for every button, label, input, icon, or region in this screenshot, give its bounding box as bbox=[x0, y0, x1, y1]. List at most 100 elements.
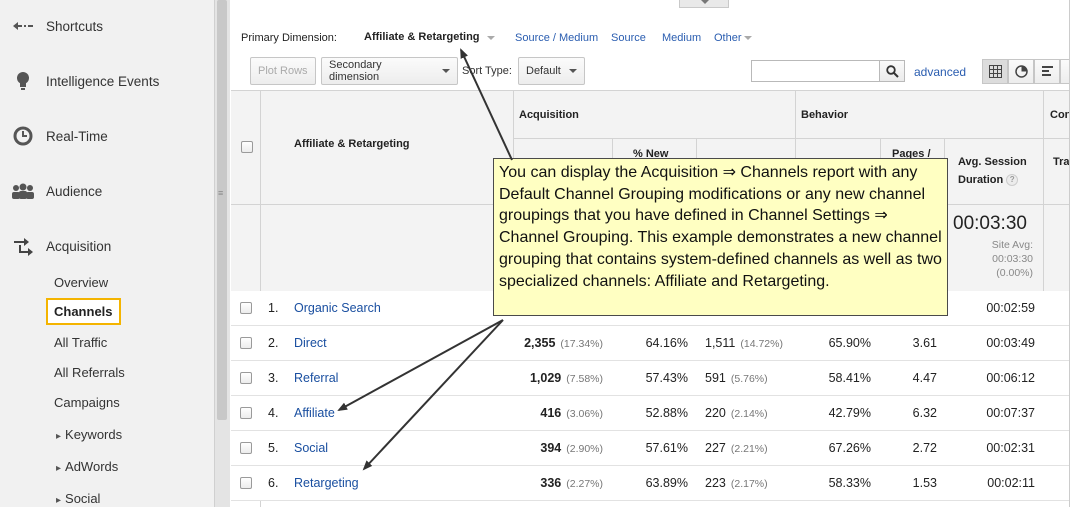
new-users-value: 591 bbox=[705, 371, 726, 385]
search-button[interactable] bbox=[879, 60, 905, 82]
avg-duration-value: 00:03:49 bbox=[986, 336, 1035, 350]
new-users-pct: (14.72%) bbox=[740, 338, 783, 350]
table-row: 6. Retargeting 336 (2.27%) 63.89% 223 (2.17%) 5… bbox=[231, 466, 1069, 501]
performance-view-button[interactable] bbox=[1034, 59, 1060, 84]
sub-all-referrals[interactable]: All Referrals bbox=[54, 365, 125, 380]
dimension-medium[interactable]: Medium bbox=[662, 32, 701, 44]
chevron-down-icon bbox=[442, 69, 450, 77]
new-users-pct: (2.21%) bbox=[730, 443, 768, 455]
splitter-handle-icon[interactable]: ≡ bbox=[218, 188, 223, 198]
nav-audience[interactable]: Audience bbox=[0, 177, 214, 205]
row-index: 2. bbox=[268, 336, 279, 350]
table-search-input[interactable] bbox=[751, 60, 881, 82]
row-checkbox[interactable] bbox=[240, 302, 252, 314]
transactions-column-header[interactable]: Tra bbox=[1053, 156, 1069, 168]
table-row: 5. Social 394 (2.90%) 57.61% 227 (2.21%) 67.26%… bbox=[231, 431, 1069, 466]
comparison-view-button[interactable] bbox=[1060, 59, 1069, 84]
sub-social[interactable]: Social bbox=[56, 491, 100, 506]
sessions-pct: (17.34%) bbox=[560, 338, 603, 350]
table-view-button[interactable] bbox=[982, 59, 1008, 84]
acquisition-arrows-icon bbox=[0, 236, 46, 256]
sessions-pct: (3.06%) bbox=[566, 408, 603, 420]
new-sessions-value: 57.43% bbox=[645, 371, 688, 385]
new-users-value: 223 bbox=[705, 476, 726, 490]
sidebar-scroll-thumb[interactable] bbox=[217, 0, 227, 420]
sub-all-traffic[interactable]: All Traffic bbox=[54, 335, 107, 350]
new-sessions-value: 64.16% bbox=[645, 336, 688, 350]
plot-rows-button[interactable]: Plot Rows bbox=[250, 57, 316, 85]
conversions-group-header: Con bbox=[1050, 109, 1070, 121]
total-avg-session-duration: 00:03:30 bbox=[953, 213, 1027, 234]
new-users-value: 220 bbox=[705, 406, 726, 420]
sidebar: Shortcuts Intelligence Events Real-Time … bbox=[0, 0, 230, 507]
help-icon[interactable]: ? bbox=[1006, 174, 1019, 187]
pages-per-session-value: 1.53 bbox=[912, 476, 937, 490]
pages-per-session-value: 3.61 bbox=[912, 336, 937, 350]
sessions-pct: (7.58%) bbox=[566, 373, 603, 385]
nav-real-time-label: Real-Time bbox=[46, 128, 108, 144]
row-checkbox[interactable] bbox=[240, 442, 252, 454]
sort-type-label: Sort Type: bbox=[462, 65, 512, 77]
row-checkbox[interactable] bbox=[240, 477, 252, 489]
select-all-checkbox[interactable] bbox=[241, 141, 253, 153]
sub-campaigns[interactable]: Campaigns bbox=[54, 395, 120, 410]
dimension-source-medium[interactable]: Source / Medium bbox=[515, 32, 598, 44]
sessions-value: 416 bbox=[540, 406, 562, 420]
channel-link[interactable]: Organic Search bbox=[294, 291, 381, 326]
sort-type-value: Default bbox=[526, 65, 561, 77]
new-users-pct: (2.14%) bbox=[730, 408, 768, 420]
nav-intelligence-events[interactable]: Intelligence Events bbox=[0, 67, 214, 95]
sub-channels[interactable]: Channels bbox=[54, 304, 113, 319]
channel-link[interactable]: Direct bbox=[294, 326, 327, 361]
sessions-value: 336 bbox=[540, 476, 562, 490]
dimension-column-header[interactable]: Affiliate & Retargeting bbox=[294, 138, 410, 150]
bounce-rate-value: 42.79% bbox=[828, 406, 871, 420]
bounce-rate-value: 58.41% bbox=[828, 371, 871, 385]
people-icon bbox=[0, 182, 46, 200]
sub-adwords[interactable]: AdWords bbox=[56, 459, 118, 474]
row-checkbox[interactable] bbox=[240, 372, 252, 384]
clock-icon bbox=[0, 126, 46, 146]
chevron-down-icon[interactable] bbox=[744, 36, 752, 44]
primary-dimension-active[interactable]: Affiliate & Retargeting bbox=[364, 31, 480, 43]
nav-acquisition-label: Acquisition bbox=[46, 238, 112, 254]
table-row: 2. Direct 2,355 (17.34%) 64.16% 1,511 (14.72%)… bbox=[231, 326, 1069, 361]
avg-duration-value: 00:06:12 bbox=[986, 371, 1035, 385]
sort-type-dropdown[interactable]: Default bbox=[518, 57, 585, 85]
sessions-pct: (2.27%) bbox=[566, 478, 603, 490]
pie-view-button[interactable] bbox=[1008, 59, 1034, 84]
sub-keywords[interactable]: Keywords bbox=[56, 427, 122, 442]
avg-duration-value: 00:02:59 bbox=[986, 301, 1035, 315]
lightbulb-icon bbox=[0, 71, 46, 91]
dimension-other[interactable]: Other bbox=[714, 32, 742, 44]
bounce-rate-value: 65.90% bbox=[828, 336, 871, 350]
nav-real-time[interactable]: Real-Time bbox=[0, 122, 214, 150]
pages-per-session-value: 6.32 bbox=[912, 406, 937, 420]
channel-link[interactable]: Affiliate bbox=[294, 396, 335, 431]
secondary-dimension-dropdown[interactable]: Secondary dimension bbox=[321, 57, 458, 85]
pages-per-session-value: 2.72 bbox=[912, 441, 937, 455]
nav-shortcuts[interactable]: Shortcuts bbox=[0, 12, 214, 40]
sub-overview[interactable]: Overview bbox=[54, 275, 108, 290]
site-avg-label: Site Avg: bbox=[991, 239, 1033, 251]
bounce-rate-value: 58.33% bbox=[828, 476, 871, 490]
chevron-down-icon[interactable] bbox=[487, 36, 495, 44]
duration-column-header[interactable]: Duration? bbox=[958, 174, 1019, 187]
channel-link[interactable]: Retargeting bbox=[294, 466, 359, 501]
row-checkbox[interactable] bbox=[240, 337, 252, 349]
table-row: 3. Referral 1,029 (7.58%) 57.43% 591 (5.76%) 58… bbox=[231, 361, 1069, 396]
bar-list-icon bbox=[1041, 66, 1053, 76]
channel-link[interactable]: Social bbox=[294, 431, 328, 466]
row-checkbox[interactable] bbox=[240, 407, 252, 419]
nav-acquisition[interactable]: Acquisition bbox=[0, 232, 214, 260]
pages-per-session-value: 4.47 bbox=[912, 371, 937, 385]
dimension-source[interactable]: Source bbox=[611, 32, 646, 44]
channel-link[interactable]: Referral bbox=[294, 361, 338, 396]
advanced-filter-link[interactable]: advanced bbox=[914, 65, 966, 79]
sessions-value: 2,355 bbox=[524, 336, 556, 350]
secondary-dimension-label: Secondary dimension bbox=[329, 59, 382, 83]
behavior-group-header: Behavior bbox=[801, 109, 849, 121]
collapse-tab[interactable] bbox=[679, 0, 729, 8]
avg-session-column-header[interactable]: Avg. Session bbox=[958, 156, 1027, 168]
plot-rows-label: Plot Rows bbox=[258, 65, 308, 77]
